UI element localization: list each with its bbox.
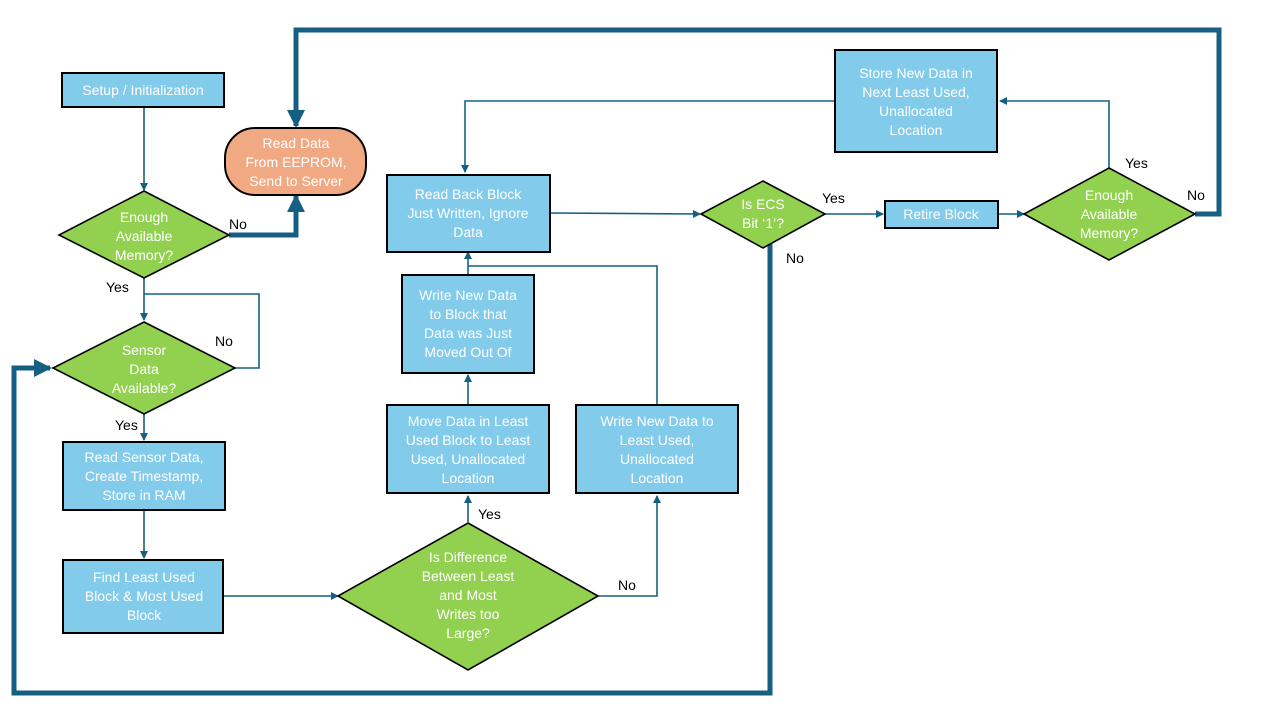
node-text-line: Large? bbox=[446, 625, 490, 641]
node-text-line: Move Data in Least bbox=[408, 413, 529, 429]
node-find-blocks[interactable]: Find Least Used Block & Most Used Block bbox=[62, 559, 224, 634]
node-text-line: Setup / Initialization bbox=[82, 82, 203, 98]
label-mem1-yes: Yes bbox=[106, 279, 129, 295]
node-text-line: Moved Out Of bbox=[424, 344, 511, 360]
label-mem1-no: No bbox=[229, 216, 247, 232]
node-text-line: Least Used, bbox=[620, 432, 695, 448]
node-text-line: Next Least Used, bbox=[862, 84, 969, 100]
node-sensor-available[interactable]: Sensor Data Available? bbox=[51, 321, 237, 415]
node-is-difference[interactable]: Is Difference Between Least and Most Writes… bbox=[336, 522, 600, 671]
node-text-line: Data bbox=[129, 361, 159, 377]
edge-readback-to-ecs bbox=[549, 209, 701, 218]
node-text-line: Enough bbox=[120, 209, 168, 225]
node-write-moved[interactable]: Write New Data to Block that Data was Just… bbox=[401, 274, 535, 374]
label-sensor-no: No bbox=[215, 333, 233, 349]
node-text-line: Is ECS bbox=[741, 196, 785, 212]
node-is-ecs[interactable]: Is ECS Bit ‘1’? bbox=[699, 180, 827, 249]
node-text-line: Location bbox=[890, 122, 943, 138]
node-text-line: Write New Data bbox=[419, 287, 517, 303]
node-store-next[interactable]: Store New Data in Next Least Used, Unalloc… bbox=[834, 49, 998, 153]
node-text-line: Find Least Used bbox=[93, 569, 195, 585]
node-text-line: Available? bbox=[112, 380, 177, 396]
label-diff-yes: Yes bbox=[478, 506, 501, 522]
node-text-line: Bit ‘1’? bbox=[742, 215, 784, 231]
label-ecs-yes: Yes bbox=[822, 190, 845, 206]
node-text-line: Is Difference bbox=[429, 549, 508, 565]
node-text: Enough Available Memory? bbox=[1080, 187, 1139, 241]
label-sensor-yes: Yes bbox=[115, 417, 138, 433]
node-text-line: From EEPROM, bbox=[245, 154, 346, 170]
node-read-sensor[interactable]: Read Sensor Data, Create Timestamp, Store … bbox=[62, 441, 226, 511]
label-diff-no: No bbox=[618, 577, 636, 593]
node-text-line: Between Least bbox=[422, 568, 515, 584]
node-enough-memory-1[interactable]: Enough Available Memory? bbox=[57, 190, 231, 279]
node-text-line: Block & Most Used bbox=[85, 588, 203, 604]
node-text-line: Store New Data in bbox=[859, 65, 973, 81]
node-text-line: Location bbox=[442, 470, 495, 486]
node-read-eeprom[interactable]: Read Data From EEPROM, Send to Server bbox=[224, 127, 367, 196]
node-text-line: Block bbox=[127, 607, 162, 623]
node-text-line: Memory? bbox=[115, 247, 174, 263]
node-enough-memory-2[interactable]: Enough Available Memory? bbox=[1022, 167, 1197, 261]
node-text-line: Used, Unallocated bbox=[411, 451, 525, 467]
node-text-line: Store in RAM bbox=[102, 487, 185, 503]
node-text-line: Available bbox=[1081, 206, 1138, 222]
edge-mem2-yes-to-store bbox=[999, 97, 1110, 168]
label-mem2-yes: Yes bbox=[1125, 155, 1148, 171]
node-text-line: Send to Server bbox=[249, 173, 343, 189]
node-text-line: to Block that bbox=[429, 306, 506, 322]
node-text-line: Sensor bbox=[122, 342, 167, 358]
node-text-line: Location bbox=[631, 470, 684, 486]
node-text-line: Read Data bbox=[263, 135, 330, 151]
node-text-line: Create Timestamp, bbox=[85, 468, 203, 484]
node-text-line: and Most bbox=[439, 587, 497, 603]
edge-store-to-readback bbox=[461, 100, 835, 173]
node-text-line: Retire Block bbox=[903, 206, 979, 222]
node-text: Enough Available Memory? bbox=[115, 209, 174, 263]
label-mem2-no: No bbox=[1187, 187, 1205, 203]
node-text-line: Enough bbox=[1085, 187, 1133, 203]
node-text-line: Unallocated bbox=[620, 451, 694, 467]
node-text-line: Just Written, Ignore bbox=[407, 205, 528, 221]
node-write-least[interactable]: Write New Data to Least Used, Unallocated L… bbox=[575, 404, 739, 494]
node-text-line: Used Block to Least bbox=[406, 432, 531, 448]
node-text-line: Writes too bbox=[437, 606, 500, 622]
flowchart: Setup / Initialization Read Data From EEP… bbox=[11, 27, 1222, 696]
label-ecs-no: No bbox=[786, 250, 804, 266]
node-text-line: Write New Data to bbox=[600, 413, 714, 429]
node-text-line: Available bbox=[116, 228, 173, 244]
node-text: Retire Block bbox=[903, 206, 979, 222]
node-setup[interactable]: Setup / Initialization bbox=[61, 72, 225, 108]
node-text-line: Read Back Block bbox=[415, 186, 523, 202]
node-read-back[interactable]: Read Back Block Just Written, Ignore Data bbox=[386, 174, 551, 253]
node-text-line: Data bbox=[453, 224, 483, 240]
node-text: Setup / Initialization bbox=[82, 82, 203, 98]
node-move-data[interactable]: Move Data in Least Used Block to Least Use… bbox=[386, 404, 550, 494]
node-retire-block[interactable]: Retire Block bbox=[884, 200, 999, 229]
node-text-line: Read Sensor Data, bbox=[84, 449, 203, 465]
node-text-line: Memory? bbox=[1080, 225, 1139, 241]
node-text-line: Data was Just bbox=[424, 325, 512, 341]
node-text-line: Unallocated bbox=[879, 103, 953, 119]
